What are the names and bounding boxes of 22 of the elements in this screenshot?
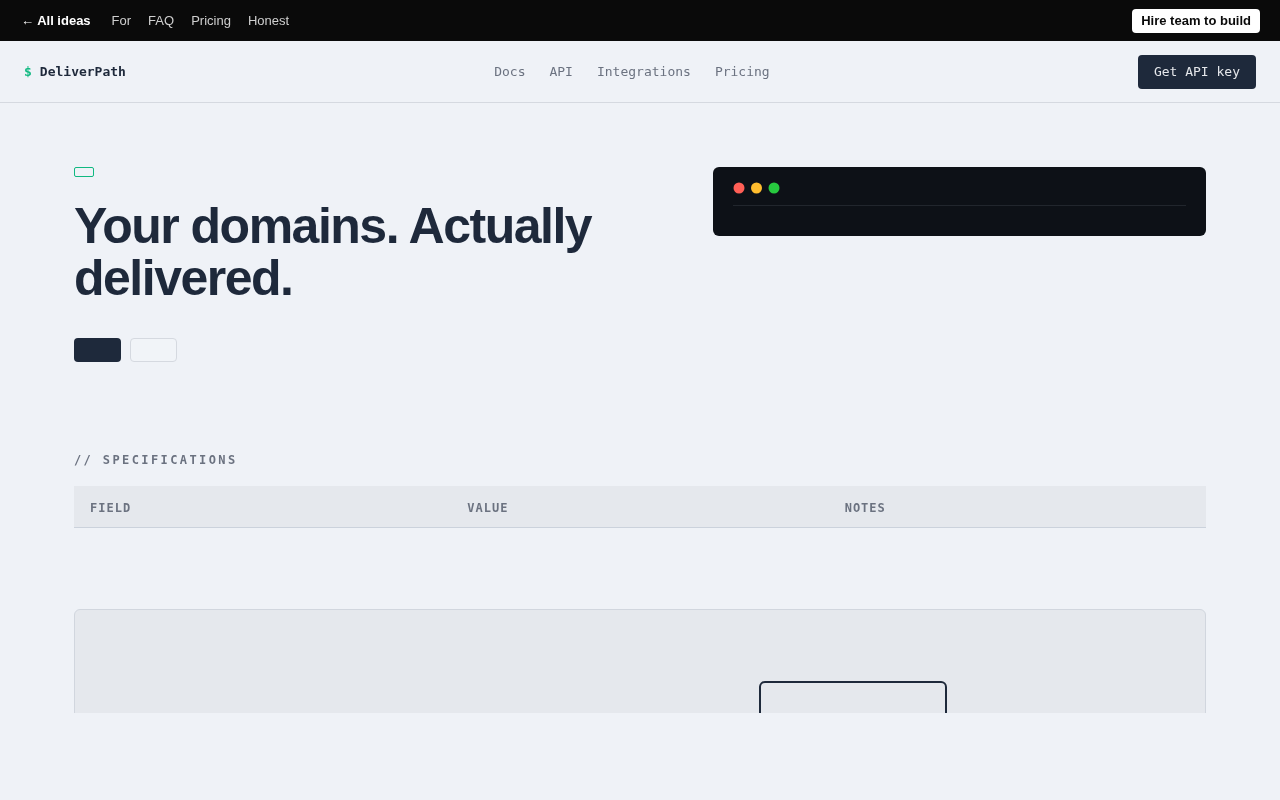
secondary-button[interactable] [130, 338, 177, 362]
logo-symbol: $ [24, 64, 32, 79]
empty-tag [74, 167, 94, 177]
section-heading: // SPECIFICATIONS [74, 453, 238, 467]
get-api-key-button[interactable]: Get API key [1137, 54, 1256, 89]
hire-team-button[interactable]: Hire team to build [1132, 8, 1260, 33]
top-nav-link[interactable]: For [111, 13, 132, 28]
logo-text: DeliverPath [39, 64, 126, 79]
top-nav-link[interactable]: FAQ [148, 13, 175, 28]
nav-link[interactable]: Integrations [596, 64, 691, 79]
column-header: FIELD [90, 500, 132, 515]
nav-link[interactable]: API [549, 64, 573, 79]
nav-link[interactable]: Docs [494, 64, 526, 79]
top-nav-link[interactable]: Pricing [191, 13, 231, 28]
column-header: NOTES [844, 500, 886, 515]
primary-button[interactable] [74, 338, 121, 362]
top-nav-link[interactable]: Honest [247, 13, 290, 28]
back-link[interactable]: ← All ideas [21, 13, 91, 28]
hero-headline: Your domains. Actually delivered. [74, 200, 593, 304]
nav-link[interactable]: Pricing [714, 64, 770, 79]
window-controls-icon [733, 182, 780, 194]
column-header: VALUE [467, 500, 509, 515]
